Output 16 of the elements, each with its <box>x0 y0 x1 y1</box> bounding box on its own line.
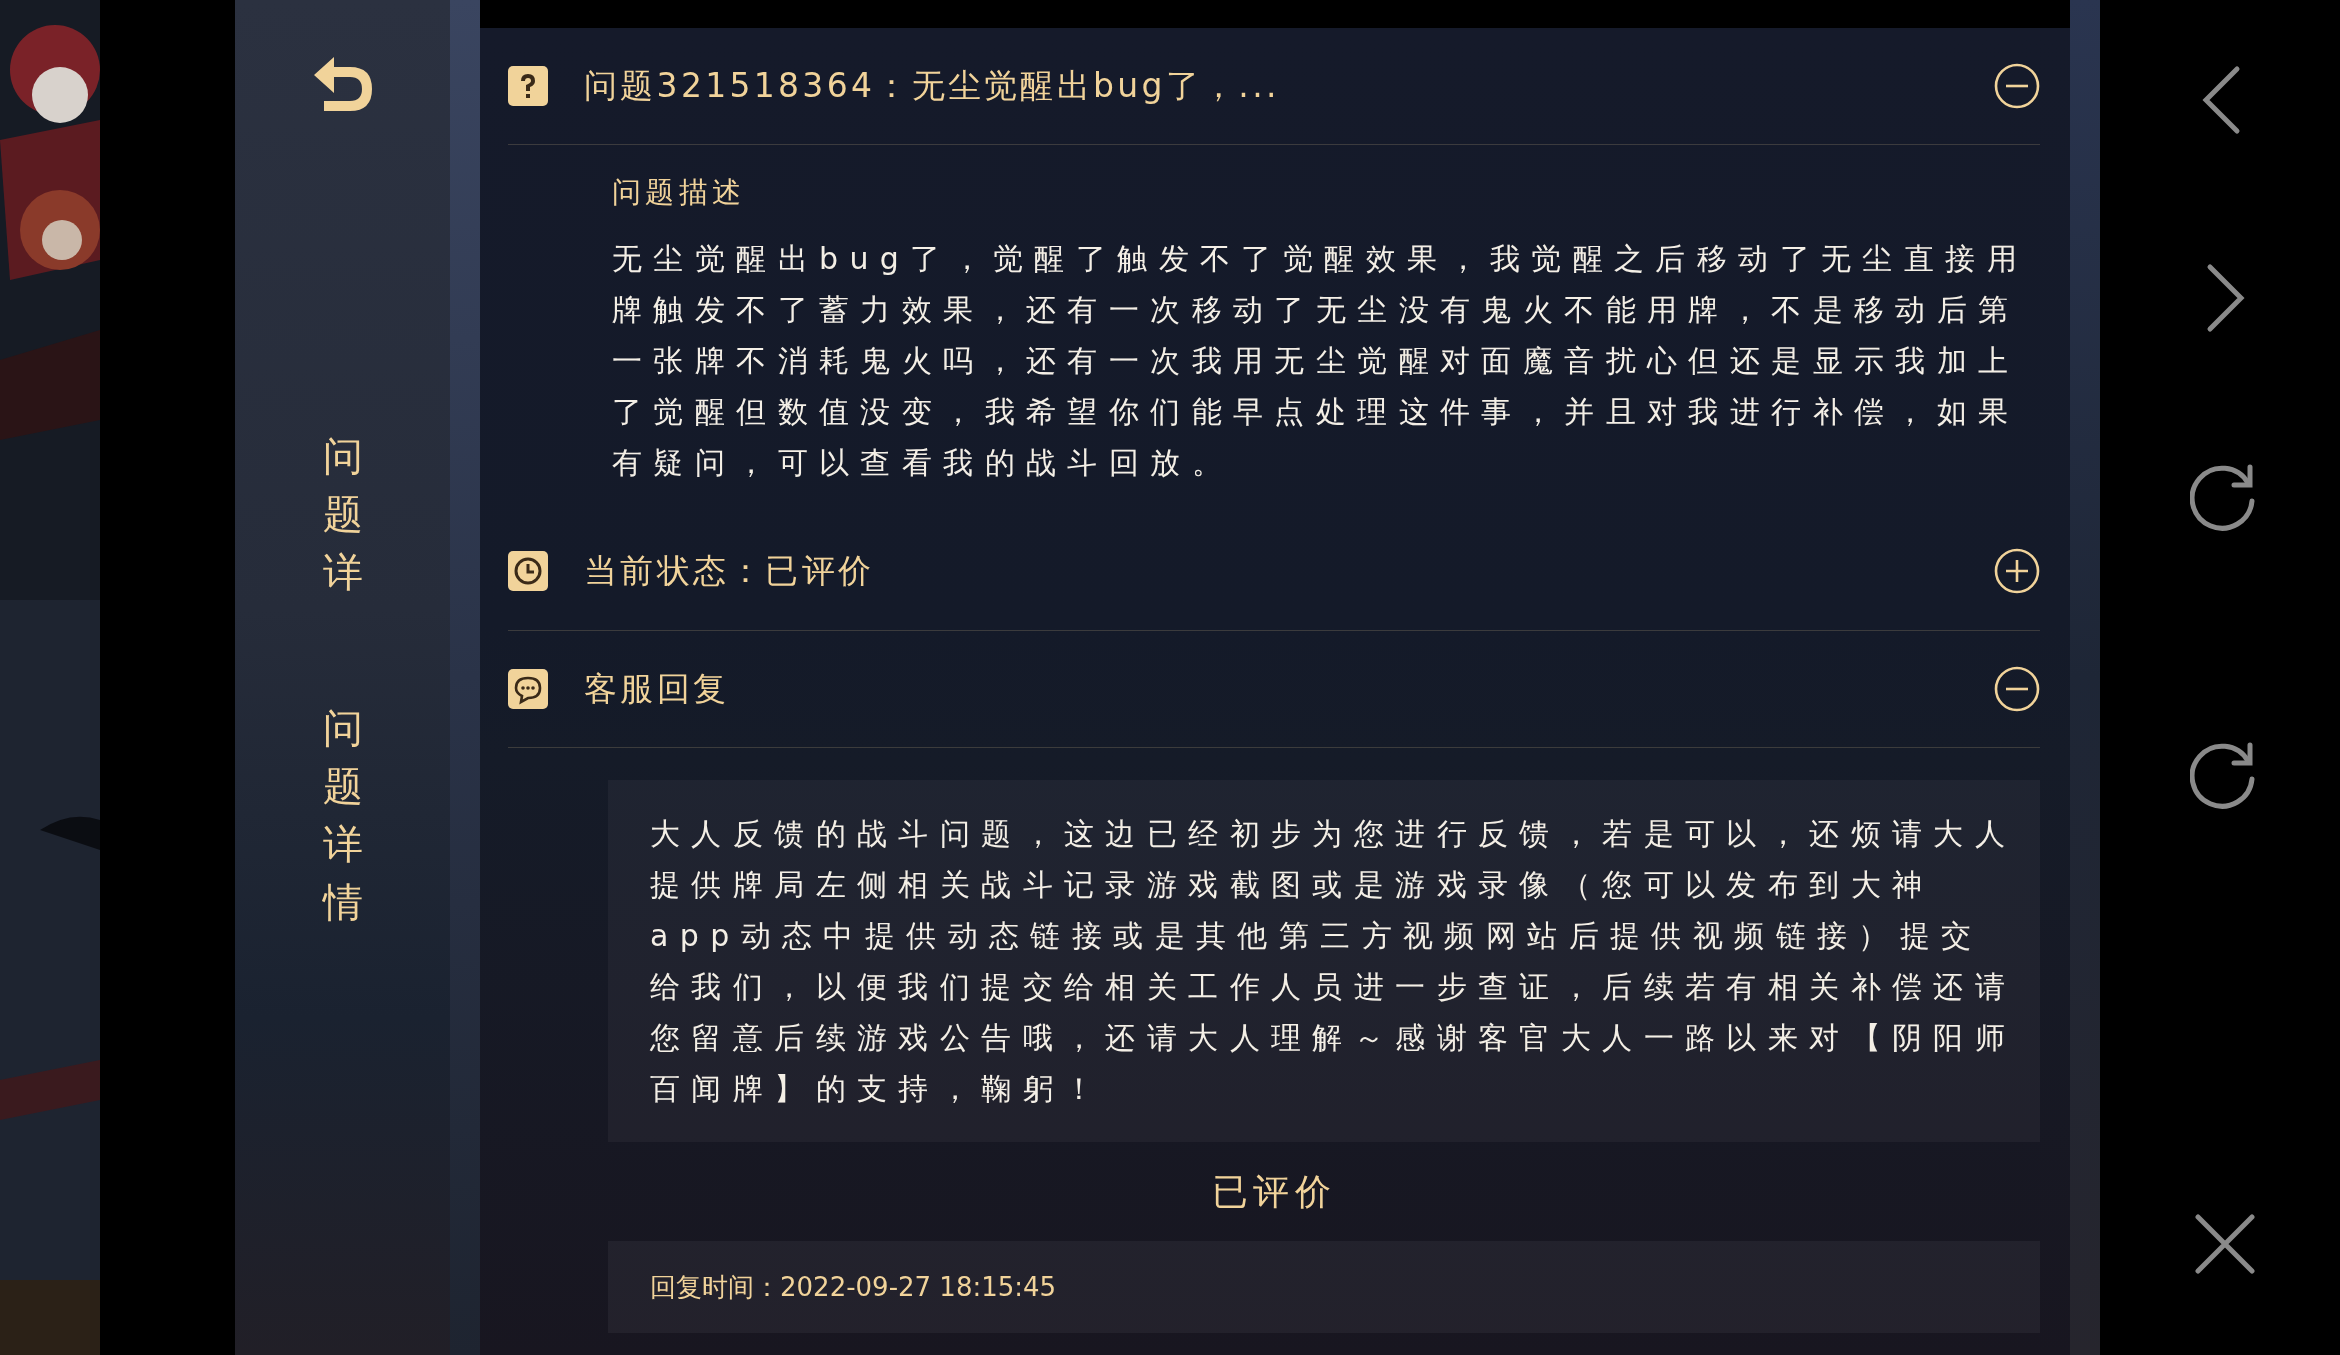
question-icon <box>508 66 548 106</box>
clock-icon <box>508 551 548 591</box>
vertical-title: 问题详情 <box>322 704 363 927</box>
vertical-title: 问题详 <box>322 432 363 597</box>
description-text: 无尘觉醒出bug了，觉醒了触发不了觉醒效果，我觉醒之后移动了无尘直接用牌触发不了蓄力效果，还有一次移动了无尘没有鬼火不能用牌，不是移动后第一张牌不消耗鬼火吗，还有一次我用无尘觉醒对面魔音扰心但还是显示我加上了觉醒但数值没变，我希望你们能早点处理这件事，并且对我进行补偿，如果有疑问，可以查看我的战斗回放。 <box>612 240 2030 482</box>
section-title: 当前状态：已评价 <box>584 549 876 592</box>
section-title: 问题321518364：无尘觉醒出bug了，... <box>584 64 1281 107</box>
rating-status: 已评价 <box>1211 1170 1337 1214</box>
collapse-icon[interactable] <box>1994 666 2040 712</box>
section-title: 客服回复 <box>584 667 731 710</box>
collapse-icon[interactable] <box>1994 63 2040 109</box>
description-heading: 问题描述 <box>612 174 747 211</box>
expand-icon[interactable] <box>1994 548 2040 594</box>
chat-icon <box>508 669 548 709</box>
reply-time: 回复时间：2022-09-27 18:15:45 <box>650 1270 1057 1304</box>
reply-text: 大人反馈的战斗问题，这边已经初步为您进行反馈，若是可以，还烦请大人提供牌局左侧相关战斗记录游戏截图或是游戏录像（您可以发布到大神app动态中提供动态链接或是其他第三方视频网站后提供视频链接）提交给我们，以便我们提交给相关工作人员进一步查证，后续若有相关补偿还请您留意后续游戏公告哦，还请大人理解～感谢客官大人一路以来对【阴阳师百闻牌】的支持，鞠躬！ <box>650 815 2018 1108</box>
